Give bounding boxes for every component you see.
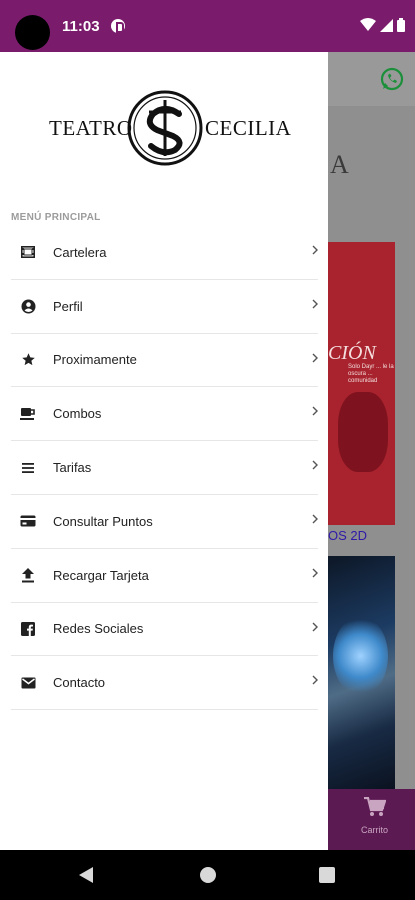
chevron-right-icon bbox=[312, 406, 318, 416]
recents-icon[interactable] bbox=[319, 867, 335, 883]
poster-format-label[interactable]: OS 2D bbox=[328, 528, 367, 543]
menu-item-cartelera[interactable]: Cartelera bbox=[11, 226, 318, 280]
facebook-icon bbox=[11, 621, 45, 636]
home-icon[interactable] bbox=[200, 867, 216, 883]
poster-title: CIÓN bbox=[328, 342, 376, 364]
menu-section-title: MENÚ PRINCIPAL bbox=[11, 212, 101, 223]
film-icon bbox=[11, 246, 45, 259]
chevron-right-icon bbox=[312, 568, 318, 578]
chevron-right-icon bbox=[312, 675, 318, 685]
chevron-right-icon bbox=[312, 622, 318, 632]
menu-item-contacto[interactable]: Contacto bbox=[11, 656, 318, 711]
menu-item-proximamente[interactable]: Proximamente bbox=[11, 334, 318, 388]
teatro-cecilia-logo: TEATRO CECILIA bbox=[48, 90, 291, 166]
menu-item-label: Combos bbox=[53, 406, 102, 422]
battery-icon bbox=[397, 18, 405, 32]
signal-icon bbox=[380, 18, 393, 32]
status-icons bbox=[360, 18, 405, 32]
menu-item-label: Perfil bbox=[53, 298, 83, 314]
poster-figure bbox=[338, 392, 388, 472]
system-navigation-bar bbox=[0, 850, 415, 900]
movie-poster[interactable] bbox=[328, 556, 395, 789]
list-icon bbox=[11, 462, 45, 474]
menu-item-recargar-tarjeta[interactable]: Recargar Tarjeta bbox=[11, 549, 318, 603]
cart-icon[interactable] bbox=[364, 797, 386, 817]
account-circle-icon bbox=[11, 299, 45, 314]
menu-item-label: Tarifas bbox=[53, 460, 92, 476]
navigation-drawer: TEATRO CECILIA MENÚ PRINCIPAL Cartelera … bbox=[0, 52, 328, 850]
chevron-right-icon bbox=[312, 299, 318, 309]
main-menu: Cartelera Perfil Proximamente Combos Tar… bbox=[11, 226, 318, 711]
notification-icon bbox=[111, 19, 125, 33]
cart-label[interactable]: Carrito bbox=[361, 825, 388, 835]
coffee-cup-icon bbox=[11, 407, 45, 421]
status-bar: 11:03 bbox=[0, 0, 415, 52]
star-icon bbox=[11, 352, 45, 367]
chevron-right-icon bbox=[312, 353, 318, 363]
credit-card-icon bbox=[11, 515, 45, 527]
back-icon[interactable] bbox=[78, 866, 94, 884]
logo-word-left: TEATRO bbox=[49, 116, 133, 140]
menu-item-label: Proximamente bbox=[53, 352, 137, 368]
chevron-right-icon bbox=[312, 514, 318, 524]
whatsapp-icon[interactable] bbox=[379, 66, 405, 92]
menu-item-tarifas[interactable]: Tarifas bbox=[11, 441, 318, 495]
menu-item-redes-sociales[interactable]: Redes Sociales bbox=[11, 603, 318, 657]
background-heading: A bbox=[330, 150, 349, 179]
logo-emblem bbox=[127, 90, 203, 166]
menu-item-label: Cartelera bbox=[53, 244, 107, 260]
menu-item-consultar-puntos[interactable]: Consultar Puntos bbox=[11, 495, 318, 549]
chevron-right-icon bbox=[312, 245, 318, 255]
upload-icon bbox=[11, 567, 45, 583]
chevron-right-icon bbox=[312, 460, 318, 470]
menu-item-label: Recargar Tarjeta bbox=[53, 567, 149, 583]
mail-icon bbox=[11, 677, 45, 689]
camera-cutout bbox=[15, 15, 50, 50]
menu-item-label: Contacto bbox=[53, 675, 106, 691]
wifi-icon bbox=[360, 18, 376, 31]
menu-item-perfil[interactable]: Perfil bbox=[11, 280, 318, 334]
menu-item-label: Redes Sociales bbox=[53, 621, 144, 637]
poster-subtitle: Solo Dayr ... le la oscura ... comunidad bbox=[348, 364, 394, 384]
menu-item-label: Consultar Puntos bbox=[53, 513, 153, 529]
menu-item-combos[interactable]: Combos bbox=[11, 387, 318, 442]
status-time: 11:03 bbox=[62, 18, 100, 35]
poster-figure bbox=[333, 616, 388, 696]
logo-word-right: CECILIA bbox=[205, 116, 292, 140]
movie-poster[interactable]: CIÓN Solo Dayr ... le la oscura ... comu… bbox=[328, 242, 395, 525]
